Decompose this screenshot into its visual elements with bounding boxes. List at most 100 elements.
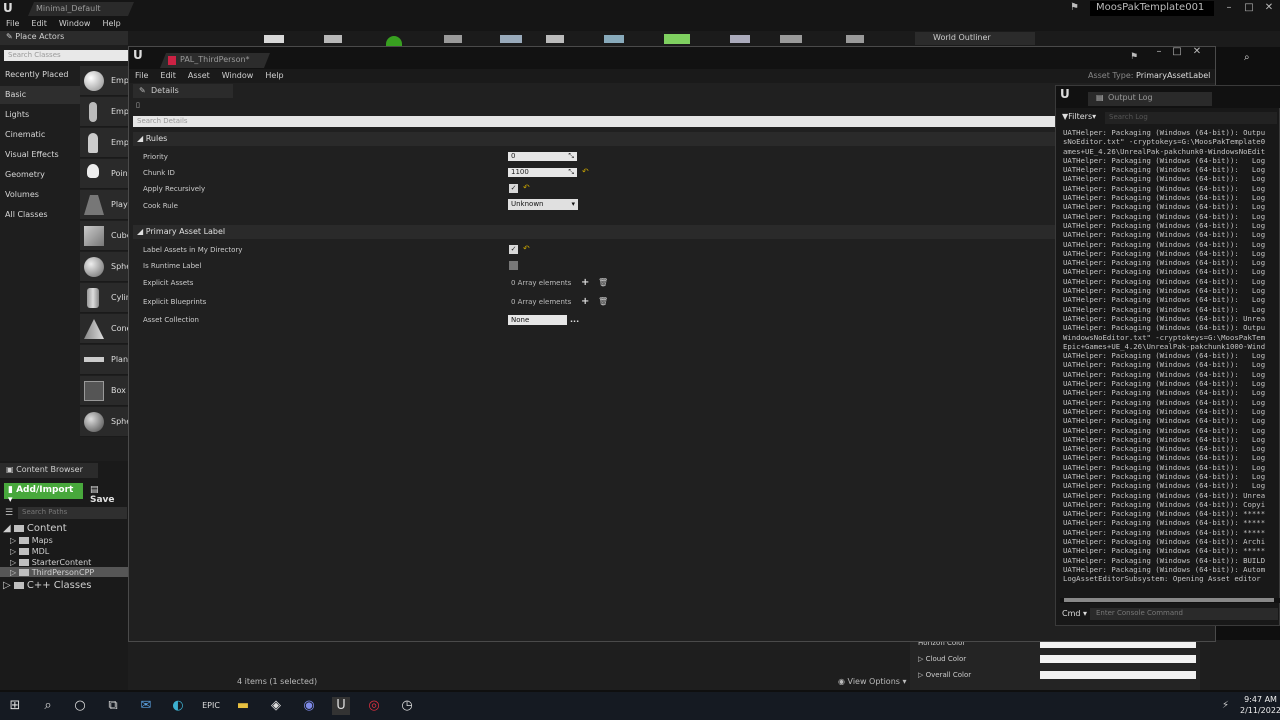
minimize-icon[interactable]: – xyxy=(1220,0,1238,15)
menu-edit[interactable]: Edit xyxy=(154,69,182,83)
console-command-input[interactable]: Enter Console Command xyxy=(1090,608,1278,620)
chunk-id-field[interactable]: 1100 ⤡ xyxy=(508,168,577,177)
maximize-icon[interactable]: □ xyxy=(1168,44,1186,59)
overall-color-swatch[interactable] xyxy=(1040,671,1196,679)
world-outliner-search-icon[interactable]: ⌕ xyxy=(1244,52,1250,63)
mail-icon[interactable]: ✉ xyxy=(137,697,155,715)
search-paths-input[interactable]: Search Paths xyxy=(18,507,127,519)
section-primary-asset-label[interactable]: ◢ Primary Asset Label xyxy=(133,225,1055,239)
category-basic[interactable]: Basic xyxy=(0,86,80,104)
is-runtime-label-checkbox[interactable] xyxy=(509,261,518,270)
cloud-color-row[interactable]: ▷ Cloud Color xyxy=(918,655,966,663)
actor-box-trigger[interactable]: Box xyxy=(80,376,128,406)
actor-empty-pawn[interactable]: Emp xyxy=(80,128,129,158)
tree-content-root[interactable]: ◢ Content xyxy=(3,523,67,534)
asset-collection-more-button[interactable]: ... xyxy=(570,315,579,324)
actor-plane[interactable]: Plan xyxy=(80,345,128,375)
toolbar-marketplace-icon[interactable] xyxy=(444,35,462,43)
category-all-classes[interactable]: All Classes xyxy=(0,206,80,224)
cook-rule-dropdown[interactable]: Unknown ▾ xyxy=(508,199,578,210)
search-icon[interactable]: ⌕ xyxy=(39,697,57,715)
world-outliner-tab[interactable]: World Outliner xyxy=(915,32,1035,45)
recording-app-icon[interactable]: ◎ xyxy=(365,697,383,715)
source-control-icon[interactable]: ⚑ xyxy=(1130,52,1138,62)
reset-to-default-icon[interactable]: ↶ xyxy=(582,167,589,176)
menu-file[interactable]: File xyxy=(0,17,25,31)
menu-asset[interactable]: Asset xyxy=(182,69,216,83)
file-explorer-icon[interactable]: ▬ xyxy=(234,697,252,715)
maximize-icon[interactable]: □ xyxy=(1240,0,1258,15)
edge-browser-icon[interactable]: ◐ xyxy=(169,697,187,715)
actor-empty-actor[interactable]: Emp xyxy=(80,66,129,96)
stack-app-icon[interactable]: ◈ xyxy=(267,697,285,715)
cmd-dropdown[interactable]: Cmd ▾ xyxy=(1062,609,1087,618)
minimize-icon[interactable]: – xyxy=(1150,44,1168,59)
menu-help[interactable]: Help xyxy=(259,69,289,83)
category-visual-effects[interactable]: Visual Effects xyxy=(0,146,80,164)
asset-collection-field[interactable]: None xyxy=(508,315,567,325)
apply-recursively-checkbox[interactable]: ✓ xyxy=(509,184,518,193)
menu-file[interactable]: File xyxy=(129,69,154,83)
toolbar-cinematics-icon[interactable] xyxy=(604,35,624,43)
priority-field[interactable]: 0 ⤡ xyxy=(508,152,577,161)
add-element-button[interactable]: + xyxy=(581,296,589,307)
content-browser-tab[interactable]: ▣ Content Browser xyxy=(0,463,98,478)
toggle-sources-icon[interactable]: ☰ xyxy=(5,508,13,518)
actor-empty-character[interactable]: Emp xyxy=(80,97,129,127)
close-icon[interactable]: ✕ xyxy=(1188,44,1206,59)
actor-player-start[interactable]: Play xyxy=(80,190,128,220)
place-actors-tab[interactable]: ✎ Place Actors xyxy=(0,31,128,45)
category-recently-placed[interactable]: Recently Placed xyxy=(0,66,80,84)
category-lights[interactable]: Lights xyxy=(0,106,80,124)
menu-window[interactable]: Window xyxy=(216,69,260,83)
tree-folder-thirdpersoncpp[interactable]: ▷ ThirdPersonCPP xyxy=(10,568,94,577)
category-volumes[interactable]: Volumes xyxy=(0,186,80,204)
actor-cylinder[interactable]: Cylin xyxy=(80,283,131,313)
cloud-color-swatch[interactable] xyxy=(1040,655,1196,663)
tree-cpp-classes[interactable]: ▷ C++ Classes xyxy=(3,580,91,591)
toolbar-source-icon[interactable] xyxy=(324,35,342,43)
details-tab[interactable]: Details xyxy=(133,84,233,98)
filters-dropdown[interactable]: ▼Filters▾ xyxy=(1062,112,1096,121)
task-view-icon[interactable]: ⧉ xyxy=(104,697,122,715)
windows-start-icon[interactable]: ⊞ xyxy=(6,697,24,715)
output-log-scrollbar[interactable] xyxy=(1060,598,1280,603)
scrollbar-thumb[interactable] xyxy=(1064,598,1274,602)
trash-icon[interactable]: 🗑 xyxy=(598,278,608,287)
toolbar-settings-icon[interactable] xyxy=(500,35,522,43)
toolbar-launch-icon[interactable] xyxy=(780,35,802,43)
epic-games-icon[interactable]: EPIC xyxy=(202,697,220,715)
source-control-icon[interactable]: ⚑ xyxy=(1070,2,1079,13)
category-geometry[interactable]: Geometry xyxy=(0,166,80,184)
property-matrix-icon[interactable]: ▯ xyxy=(136,101,140,109)
actor-cube[interactable]: Cube xyxy=(80,221,132,251)
toolbar-content-icon[interactable] xyxy=(386,36,402,46)
asset-tab[interactable]: PAL_ThirdPerson* xyxy=(160,53,270,68)
place-actors-search-input[interactable]: Search Classes xyxy=(4,50,128,61)
discord-icon[interactable]: ◉ xyxy=(300,697,318,715)
actor-sphere-trigger[interactable]: Sphe xyxy=(80,407,131,437)
menu-help[interactable]: Help xyxy=(96,17,126,31)
tree-folder-maps[interactable]: ▷ Maps xyxy=(10,536,53,545)
output-log-tab[interactable]: Output Log xyxy=(1088,92,1212,106)
clock-app-icon[interactable]: ◷ xyxy=(398,697,416,715)
actor-sphere[interactable]: Sphe xyxy=(80,252,131,282)
level-tab[interactable]: Minimal_Default xyxy=(28,2,134,16)
toolbar-blueprints-icon[interactable] xyxy=(546,35,564,43)
toolbar-more-icon[interactable] xyxy=(846,35,864,43)
network-icon[interactable]: ⚡ xyxy=(1222,700,1229,711)
search-log-input[interactable]: Search Log xyxy=(1105,112,1277,124)
cortana-icon[interactable]: ○ xyxy=(71,697,89,715)
reset-to-default-icon[interactable]: ↶ xyxy=(523,183,530,192)
unreal-engine-icon[interactable]: U xyxy=(332,697,350,715)
save-all-button[interactable]: ▤ Save xyxy=(88,483,128,505)
add-element-button[interactable]: + xyxy=(581,277,589,288)
label-assets-dir-checkbox[interactable]: ✓ xyxy=(509,245,518,254)
close-icon[interactable]: ✕ xyxy=(1260,0,1278,15)
tree-folder-mdl[interactable]: ▷ MDL xyxy=(10,547,49,556)
trash-icon[interactable]: 🗑 xyxy=(598,297,608,306)
toolbar-play-icon[interactable] xyxy=(730,35,750,43)
add-import-button[interactable]: ▮ Add/Import ▾ xyxy=(4,483,83,505)
actor-cone[interactable]: Cone xyxy=(80,314,131,344)
menu-window[interactable]: Window xyxy=(53,17,97,31)
